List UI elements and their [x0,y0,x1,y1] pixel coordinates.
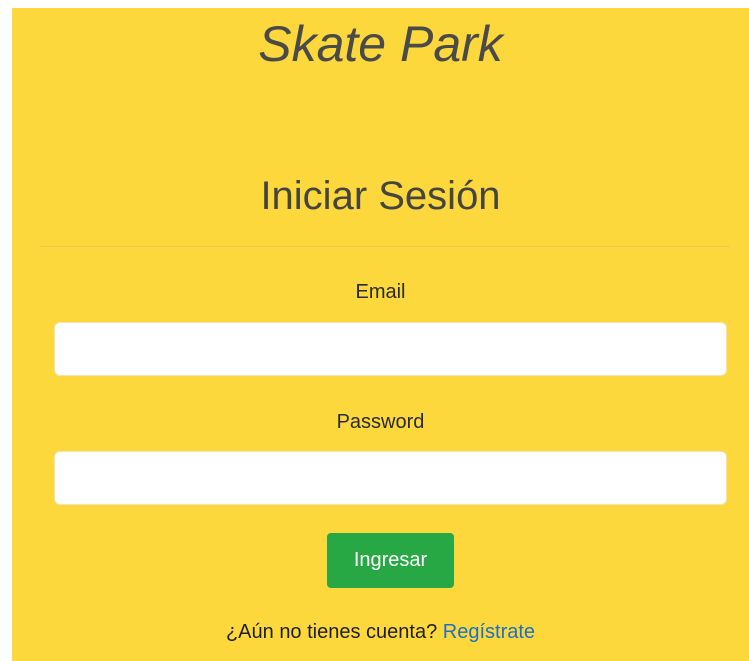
brand-title: Skate Park [258,16,503,72]
password-field[interactable] [54,451,727,505]
divider [40,246,730,247]
login-page: Skate Park Iniciar Sesión Email Password… [12,8,749,661]
password-label: Password [336,411,425,433]
page-title: Iniciar Sesión [260,174,501,218]
email-label: Email [355,281,406,303]
login-submit-button[interactable]: Ingresar [327,533,454,588]
register-link[interactable]: Regístrate [443,621,535,643]
register-prompt-line: ¿Aún no tienes cuenta? Regístrate [12,620,749,644]
register-prompt-text: ¿Aún no tienes cuenta? [225,621,438,643]
email-field[interactable] [54,322,727,376]
